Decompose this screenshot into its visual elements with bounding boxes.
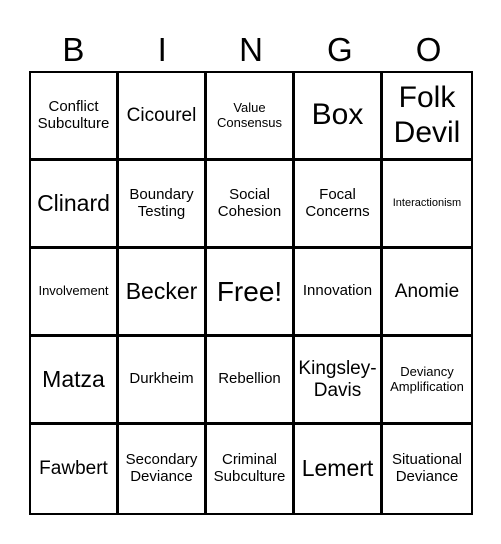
bingo-cell-n2[interactable]: Social Cohesion [207,161,295,249]
cell-label: Fawbert [39,458,108,480]
bingo-cell-b3[interactable]: Involvement [31,249,119,337]
cell-label: Folk Devil [393,81,461,149]
cell-label: Situational Deviance [391,451,463,485]
bingo-cell-i4[interactable]: Durkheim [119,337,207,425]
bingo-cell-o2[interactable]: Interactionism [383,161,471,249]
cell-label: Value Consensus [216,99,283,130]
header-letter-o: O [415,31,442,68]
cell-label: Free! [216,275,283,307]
bingo-cell-o1[interactable]: Folk Devil [383,73,471,161]
bingo-cell-b4[interactable]: Matza [31,337,119,425]
cell-label: Secondary Deviance [125,451,198,485]
cell-label: Social Cohesion [217,185,282,220]
cell-label: Durkheim [129,370,194,388]
cell-label: Deviancy Amplification [390,363,464,394]
bingo-cell-b5[interactable]: Fawbert [31,425,119,513]
bingo-cell-i2[interactable]: Boundary Testing [119,161,207,249]
bingo-header: B I N G O [29,30,473,70]
cell-label: Matza [42,365,105,392]
bingo-cell-g2[interactable]: Focal Concerns [295,161,383,249]
bingo-cell-i3[interactable]: Becker [119,249,207,337]
cell-label: Kingsley-Davis [298,358,377,401]
cell-label: Box [311,98,364,132]
bingo-cell-g5[interactable]: Lemert [295,425,383,513]
cell-label: Focal Concerns [305,185,370,220]
bingo-cell-n5[interactable]: Criminal Subculture [207,425,295,513]
cell-label: Criminal Subculture [213,451,286,485]
cell-label: Anomie [394,280,460,302]
cell-label: Rebellion [218,370,281,388]
header-letter-b: B [62,31,85,68]
cell-label: Innovation [302,282,373,300]
cell-label: Boundary Testing [129,185,194,220]
free-space-cell[interactable]: Free! [207,249,295,337]
bingo-cell-n1[interactable]: Value Consensus [207,73,295,161]
bingo-cell-o5[interactable]: Situational Deviance [383,425,471,513]
header-letter-n: N [239,31,263,68]
header-letter-i: I [157,31,167,68]
bingo-cell-n4[interactable]: Rebellion [207,337,295,425]
bingo-cell-o3[interactable]: Anomie [383,249,471,337]
bingo-cell-i5[interactable]: Secondary Deviance [119,425,207,513]
bingo-cell-g3[interactable]: Innovation [295,249,383,337]
bingo-cell-b1[interactable]: Conflict Subculture [31,73,119,161]
bingo-board: Conflict Subculture Cicourel Value Consens… [29,71,473,515]
cell-label: Becker [125,277,198,304]
cell-label: Interactionism [392,197,462,210]
header-letter-g: G [326,31,353,68]
bingo-cell-g4[interactable]: Kingsley-Davis [295,337,383,425]
bingo-cell-i1[interactable]: Cicourel [119,73,207,161]
cell-label: Involvement [38,283,109,299]
bingo-cell-b2[interactable]: Clinard [31,161,119,249]
cell-label: Conflict Subculture [37,97,110,132]
cell-label: Clinard [37,189,110,216]
bingo-cell-o4[interactable]: Deviancy Amplification [383,337,471,425]
cell-label: Lemert [301,455,374,482]
bingo-cell-g1[interactable]: Box [295,73,383,161]
cell-label: Cicourel [126,104,197,126]
